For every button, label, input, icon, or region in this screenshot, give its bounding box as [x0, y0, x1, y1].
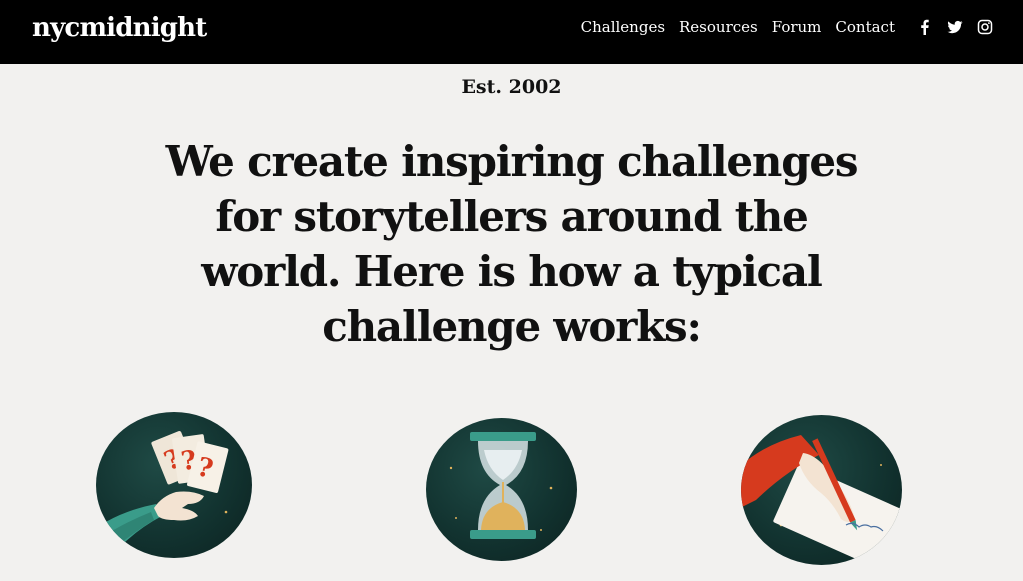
main-nav: Challenges Resources Forum Contact [567, 18, 895, 36]
cards-question-icon: ? ? ? [96, 431, 229, 558]
nav-resources[interactable]: Resources [679, 18, 758, 36]
writing-hand-illustration [741, 415, 902, 565]
hourglass-icon [449, 432, 553, 539]
cards-question-illustration: ? ? ? [96, 412, 252, 558]
nav-contact[interactable]: Contact [835, 18, 895, 36]
nav-forum[interactable]: Forum [772, 18, 822, 36]
established-tagline: Est. 2002 [461, 76, 562, 98]
nav-challenges[interactable]: Challenges [581, 18, 665, 36]
hourglass-illustration [426, 418, 577, 561]
social-links [903, 19, 993, 35]
hero-headline: We create inspiring challenges for story… [165, 137, 859, 351]
instagram-icon[interactable] [977, 19, 993, 35]
site-logo[interactable]: nycmidnight [32, 13, 207, 43]
twitter-icon[interactable] [947, 19, 963, 35]
writing-hand-icon [741, 435, 902, 565]
site-header: nycmidnight Challenges Resources Forum C… [0, 0, 1023, 64]
facebook-icon[interactable] [917, 19, 933, 35]
